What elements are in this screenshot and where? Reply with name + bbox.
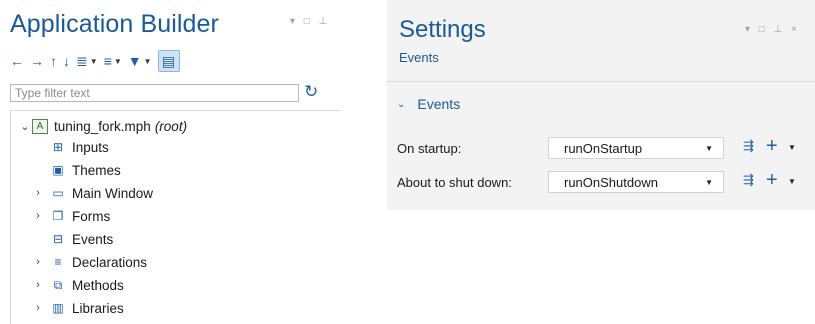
shutdown-method-select[interactable]: runOnShutdown ▼ <box>548 171 724 193</box>
go-to-source-icon[interactable]: ⇶ <box>743 138 754 154</box>
forms-icon: ❐ <box>52 209 64 223</box>
chevron-down-icon: ▼ <box>89 56 98 66</box>
refresh-icon[interactable]: ↻ <box>304 82 318 102</box>
funnel-icon[interactable]: ▼ ▼ <box>128 51 152 71</box>
tree-root[interactable]: ⌄ A tuning_fork.mph (root) <box>18 115 187 137</box>
arrow-down-icon[interactable]: ↓ <box>63 51 70 71</box>
chevron-down-icon: ▼ <box>143 56 152 66</box>
pane-window-controls[interactable]: ▾ □ ⊥ × <box>745 24 800 35</box>
tree-item-label: Methods <box>72 277 124 293</box>
tree-view-icon[interactable]: ▤ <box>157 50 180 72</box>
tree-item-label: Events <box>72 231 114 247</box>
tree-item-label: Themes <box>72 162 121 178</box>
chevron-down-icon[interactable]: ▼ <box>788 143 796 152</box>
tree-root-label: tuning_fork.mph <box>54 118 151 134</box>
plus-icon[interactable]: + <box>766 170 778 190</box>
tree-item-label: Main Window <box>72 185 154 201</box>
methods-icon: ⧉ <box>53 277 63 292</box>
list-sort-icon[interactable]: ≡ ▼ <box>104 51 122 71</box>
go-to-source-icon[interactable]: ⇶ <box>743 172 754 188</box>
startup-method-select[interactable]: runOnStartup ▼ <box>548 137 724 159</box>
events-icon: ⊟ <box>52 232 64 246</box>
list-options-icon[interactable]: ≣ ▼ <box>76 51 98 71</box>
arrow-up-icon[interactable]: ↑ <box>50 51 57 71</box>
window-icon: ▭ <box>52 186 64 200</box>
section-header-events[interactable]: ⌄ Events <box>397 96 460 112</box>
tree-item-inputs[interactable]: ⊞ Inputs <box>50 136 109 158</box>
chevron-down-icon: ▼ <box>705 177 713 187</box>
settings-title: Settings <box>399 16 486 43</box>
tree-toolbar: ← → ↑ ↓ ≣ ▼ ≡ ▼ ▼ ▼ ▤ <box>10 50 180 72</box>
plus-icon[interactable]: + <box>766 136 778 156</box>
tree-item-methods[interactable]: › ⧉ Methods <box>31 274 124 296</box>
section-title: Events <box>417 96 461 112</box>
chevron-right-icon[interactable]: › <box>31 279 45 291</box>
tree-item-label: Inputs <box>72 139 109 155</box>
pane-window-controls[interactable]: ▾ □ ⊥ <box>290 16 330 27</box>
libraries-icon: ▥ <box>52 301 64 315</box>
panel-title: Application Builder <box>10 10 219 38</box>
tree-item-declarations[interactable]: › ≡ Declarations <box>31 251 147 273</box>
tree-root-tag: (root) <box>154 118 188 134</box>
chevron-right-icon[interactable]: › <box>31 256 45 268</box>
shutdown-label: About to shut down: <box>397 175 512 190</box>
inputs-icon: ⊞ <box>52 140 64 154</box>
chevron-down-icon: ▼ <box>705 143 713 153</box>
tree-item-label: Forms <box>72 208 111 224</box>
tree-item-label: Declarations <box>72 254 148 270</box>
filter-input[interactable] <box>10 84 299 102</box>
select-value: runOnStartup <box>564 140 643 156</box>
chevron-down-icon[interactable]: ▼ <box>788 177 796 186</box>
chevron-down-icon[interactable]: ⌄ <box>397 99 405 110</box>
arrow-right-icon[interactable]: → <box>30 51 44 71</box>
declarations-icon: ≡ <box>54 255 62 269</box>
tree-item-events[interactable]: ⊟ Events <box>50 228 113 250</box>
tree-item-label: Libraries <box>72 300 124 316</box>
chevron-right-icon[interactable]: › <box>31 210 45 222</box>
chevron-right-icon[interactable]: › <box>31 302 45 314</box>
themes-icon: ▣ <box>52 163 64 177</box>
settings-panel: Settings Events ▾ □ ⊥ × ⌄ Events On star… <box>387 0 815 210</box>
tree-item-themes[interactable]: ▣ Themes <box>50 159 121 181</box>
tree-item-forms[interactable]: › ❐ Forms <box>31 205 110 227</box>
tree-item-main-window[interactable]: › ▭ Main Window <box>31 182 153 204</box>
select-value: runOnShutdown <box>564 174 658 190</box>
application-builder-panel: Application Builder ▾ □ ⊥ ← → ↑ ↓ ≣ ▼ ≡ ▼ … <box>0 0 341 324</box>
arrow-left-icon[interactable]: ← <box>10 51 24 71</box>
chevron-down-icon: ▼ <box>113 56 122 66</box>
settings-subtitle: Events <box>399 50 439 65</box>
tree-item-libraries[interactable]: › ▥ Libraries <box>31 297 124 319</box>
startup-label: On startup: <box>397 141 462 156</box>
chevron-down-icon[interactable]: ⌄ <box>18 120 32 133</box>
application-icon: A <box>32 118 48 134</box>
divider <box>387 81 815 82</box>
chevron-right-icon[interactable]: › <box>31 187 45 199</box>
